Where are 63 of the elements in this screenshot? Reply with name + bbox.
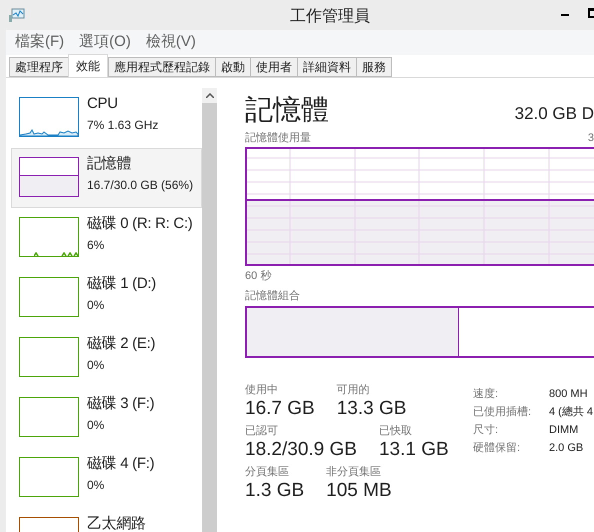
tab[interactable]: 服務	[356, 57, 392, 77]
memory-capacity: 32.0 GB D	[514, 102, 594, 124]
menu-item[interactable]: 選項(O)	[79, 31, 131, 54]
stat-label: 已認可	[245, 424, 279, 438]
item-detail: 7% 1.63 GHz	[87, 116, 158, 134]
item-name: 乙太網路	[87, 514, 146, 532]
sidebar-item[interactable]: 磁碟 3 (F:) 0%	[11, 388, 202, 448]
menu-item[interactable]: 檢視(V)	[146, 31, 196, 54]
window-title: 工作管理員	[290, 7, 370, 27]
item-detail: 0%	[87, 296, 106, 314]
stat-label: 非分頁集區	[326, 464, 382, 478]
sidebar-item[interactable]: 乙太網路	[11, 508, 202, 532]
tab[interactable]: 使用者	[250, 57, 298, 77]
sidebar-item[interactable]: CPU 7% 1.63 GHz	[11, 88, 202, 148]
stat-value: 13.3 GB	[336, 396, 406, 420]
item-name: 磁碟 4 (F:)	[87, 454, 154, 474]
tab[interactable]: 處理程序	[9, 57, 69, 77]
time-span-label: 60 秒	[245, 268, 272, 284]
item-detail: 0%	[87, 476, 106, 494]
stat-label: 使用中	[245, 382, 279, 396]
stat-value: 18.2/30.9 GB	[245, 438, 357, 462]
tab[interactable]: 啟動	[215, 57, 251, 77]
sidebar-item[interactable]: 磁碟 2 (E:) 0%	[11, 328, 202, 388]
property-value: DIMM	[549, 422, 578, 438]
chart-max-label: 3	[588, 131, 594, 146]
stat-label: 已快取	[378, 424, 413, 438]
item-name: 磁碟 2 (E:)	[87, 334, 156, 354]
property-label: 已使用插槽:	[473, 404, 532, 420]
property-value: 2.0 GB	[549, 440, 584, 456]
item-detail: 0%	[87, 416, 106, 434]
sidebar-item[interactable]: 磁碟 4 (F:) 0%	[11, 448, 202, 508]
chart-label: 記憶體使用量	[245, 131, 311, 146]
item-name: 記憶體	[87, 154, 132, 174]
tab[interactable]: 詳細資料	[297, 57, 357, 77]
chart-label: 記憶體組合	[245, 289, 301, 304]
item-name: CPU	[87, 94, 119, 114]
property-label: 尺寸:	[473, 422, 500, 438]
tab[interactable]: 應用程式歷程記錄	[108, 57, 216, 77]
item-name: 磁碟 0 (R: R: C:)	[87, 214, 193, 234]
stat-value: 16.7 GB	[245, 396, 315, 420]
sidebar-item[interactable]: 磁碟 1 (D:) 0%	[11, 268, 202, 328]
detail-title: 記憶體	[245, 93, 329, 127]
menu-item[interactable]: 檔案(F)	[15, 31, 64, 54]
stat-label: 可用的	[336, 382, 371, 396]
tab[interactable]: 效能	[68, 54, 108, 77]
property-label: 速度:	[473, 386, 500, 402]
property-label: 硬體保留:	[473, 440, 522, 456]
sidebar-item[interactable]: 磁碟 0 (R: R: C:) 6%	[11, 208, 202, 268]
property-value: 4 (總共 4	[549, 404, 594, 420]
item-detail: 16.7/30.0 GB (56%)	[87, 176, 194, 194]
stat-value: 1.3 GB	[245, 478, 304, 502]
disk-graph-icon	[34, 252, 78, 256]
stat-value: 13.1 GB	[378, 438, 449, 462]
item-name: 磁碟 1 (D:)	[87, 274, 156, 294]
stat-value: 105 MB	[326, 478, 392, 502]
monitor-icon	[9, 8, 25, 22]
item-detail: 0%	[87, 356, 106, 374]
stat-label: 分頁集區	[245, 464, 290, 478]
sidebar-item[interactable]: 記憶體 16.7/30.0 GB (56%)	[11, 148, 202, 208]
item-detail: 6%	[87, 236, 106, 254]
item-name: 磁碟 3 (F:)	[87, 394, 154, 414]
memory-graph-icon	[20, 175, 78, 196]
property-value: 800 MH	[549, 386, 588, 402]
